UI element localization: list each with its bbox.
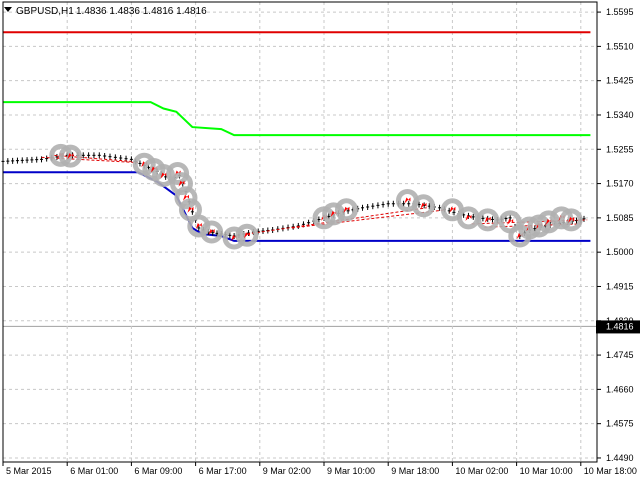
current-price-label: 1.4816: [606, 321, 634, 331]
y-tick-label: 1.5255: [606, 144, 634, 154]
y-tick-label: 1.5170: [606, 179, 634, 189]
y-tick-label: 1.5595: [606, 7, 634, 17]
trade-arrow-icon: [404, 197, 411, 204]
ohlc-values: 1.4836 1.4836 1.4816 1.4816: [76, 6, 207, 17]
x-tick-label: 6 Mar 09:00: [134, 466, 182, 476]
y-tick-label: 1.5510: [606, 41, 634, 51]
current-price-tag: 1.4816: [596, 320, 640, 334]
price-chart[interactable]: 1.5595 1.5510 1.5425 1.5340 1.5255 1.5170 1.50…: [0, 0, 640, 480]
y-tick-label: 1.5340: [606, 110, 634, 120]
blue-level-line: [3, 171, 591, 242]
y-tick-label: 1.5085: [606, 213, 634, 223]
x-tick-label: 10 Mar 18:00: [584, 466, 637, 476]
symbol-label: GBPUSD,H1: [16, 6, 74, 17]
y-tick-label: 1.4490: [606, 453, 634, 463]
series-layer: [3, 31, 591, 242]
chart-header: GBPUSD,H1 1.4836 1.4836 1.4816 1.4816: [4, 6, 207, 17]
price-layer: [1, 152, 588, 240]
y-tick-label: 1.4660: [606, 384, 634, 394]
axes: 1.5595 1.5510 1.5425 1.5340 1.5255 1.5170 1.50…: [2, 1, 637, 476]
x-tick-label: 6 Mar 17:00: [199, 466, 247, 476]
chart-menu-triangle-icon[interactable]: [4, 7, 12, 12]
y-tick-label: 1.4745: [606, 350, 634, 360]
x-tick-label: 6 Mar 01:00: [70, 466, 118, 476]
y-tick-label: 1.4575: [606, 419, 634, 429]
x-tick-label: 5 Mar 2015: [6, 466, 52, 476]
x-tick-label: 10 Mar 10:00: [520, 466, 573, 476]
y-tick-label: 1.5000: [606, 247, 634, 257]
y-tick-label: 1.5425: [606, 76, 634, 86]
x-tick-label: 9 Mar 02:00: [263, 466, 311, 476]
chart-canvas[interactable]: 1.5595 1.5510 1.5425 1.5340 1.5255 1.5170 1.50…: [0, 0, 640, 480]
x-tick-label: 9 Mar 10:00: [327, 466, 375, 476]
green-level-line: [3, 101, 591, 137]
y-tick-label: 1.4915: [606, 281, 634, 291]
x-tick-label: 10 Mar 02:00: [455, 466, 508, 476]
x-tick-label: 9 Mar 18:00: [391, 466, 439, 476]
